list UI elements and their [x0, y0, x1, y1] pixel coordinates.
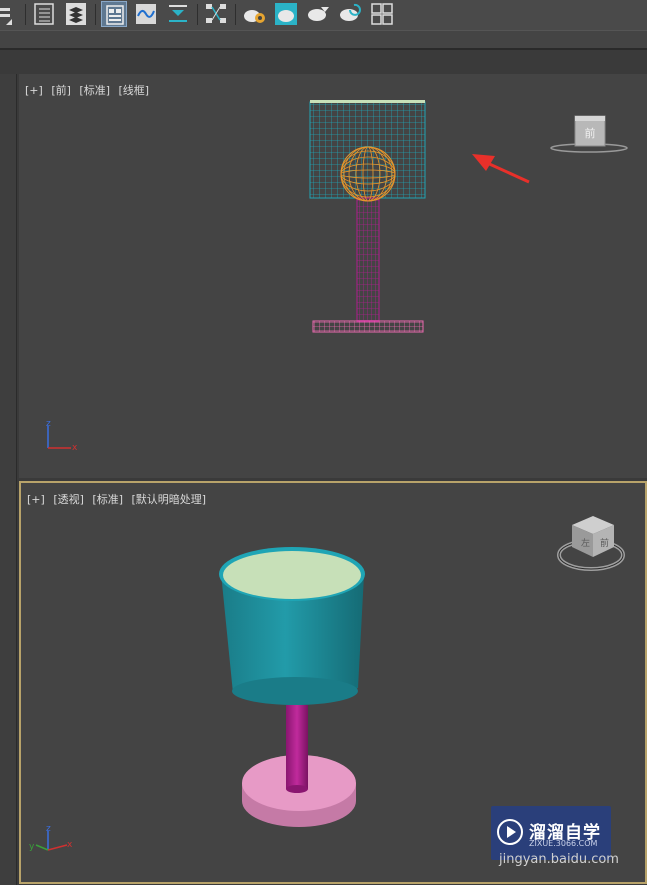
- axis-tripod: [47, 426, 71, 449]
- toolbar-separator: [235, 4, 236, 25]
- axis-z-label: z: [46, 419, 51, 429]
- ribbon-strip: [0, 48, 647, 74]
- perspective-viewport[interactable]: [+] [透视] [标准] [默认明暗处理] 左 前 z x y 溜溜自学 ZI…: [19, 481, 647, 884]
- annotation-arrow: [472, 154, 530, 184]
- viewcube-face-label: 前: [585, 126, 596, 140]
- toolbar-separator: [25, 4, 26, 25]
- layer-list-icon[interactable]: [0, 1, 18, 27]
- watermark-url: jingyan.baidu.com: [499, 852, 619, 867]
- play-logo-icon: [497, 819, 523, 845]
- lamp-stand[interactable]: [286, 705, 308, 793]
- viewcube-icon[interactable]: [557, 516, 625, 571]
- left-rail: [0, 74, 17, 885]
- dope-sheet-icon[interactable]: [165, 1, 191, 27]
- schematic-view-icon[interactable]: [203, 1, 229, 27]
- lampshade-wireframe[interactable]: [309, 100, 426, 199]
- front-viewport[interactable]: [+] [前] [标准] [线框] 前 z x: [19, 74, 647, 478]
- layer-stack-icon[interactable]: [63, 1, 89, 27]
- material-editor-icon[interactable]: [369, 1, 395, 27]
- viewcube-front-label: 前: [600, 537, 609, 549]
- toolbar-separator: [197, 4, 198, 25]
- axis-x-label: x: [67, 840, 73, 850]
- render-iterative-icon[interactable]: [337, 1, 363, 27]
- render-setup-icon[interactable]: [241, 1, 267, 27]
- ribbon-toggle-icon[interactable]: [101, 1, 127, 27]
- main-toolbar: [0, 0, 647, 30]
- axis-z-label: z: [46, 824, 51, 834]
- scene-explorer-icon[interactable]: [31, 1, 57, 27]
- rendered-frame-window-icon[interactable]: [273, 1, 299, 27]
- render-production-icon[interactable]: [305, 1, 331, 27]
- toolbar-separator: [95, 4, 96, 25]
- command-strip: [0, 30, 647, 49]
- front-viewport-canvas: 前 z x: [46, 100, 628, 453]
- watermark-subtitle: ZIXUE.3066.COM: [529, 839, 598, 848]
- axis-tripod: [35, 831, 68, 851]
- stand-wireframe[interactable]: [356, 197, 380, 323]
- lampshade[interactable]: [219, 547, 365, 705]
- base-wireframe[interactable]: [312, 320, 424, 333]
- curve-editor-icon[interactable]: [133, 1, 159, 27]
- watermark: 溜溜自学 ZIXUE.3066.COM jingyan.baidu.com: [491, 806, 619, 867]
- viewcube-left-label: 左: [581, 537, 590, 549]
- axis-y-label: y: [29, 842, 35, 852]
- axis-x-label: x: [72, 443, 78, 453]
